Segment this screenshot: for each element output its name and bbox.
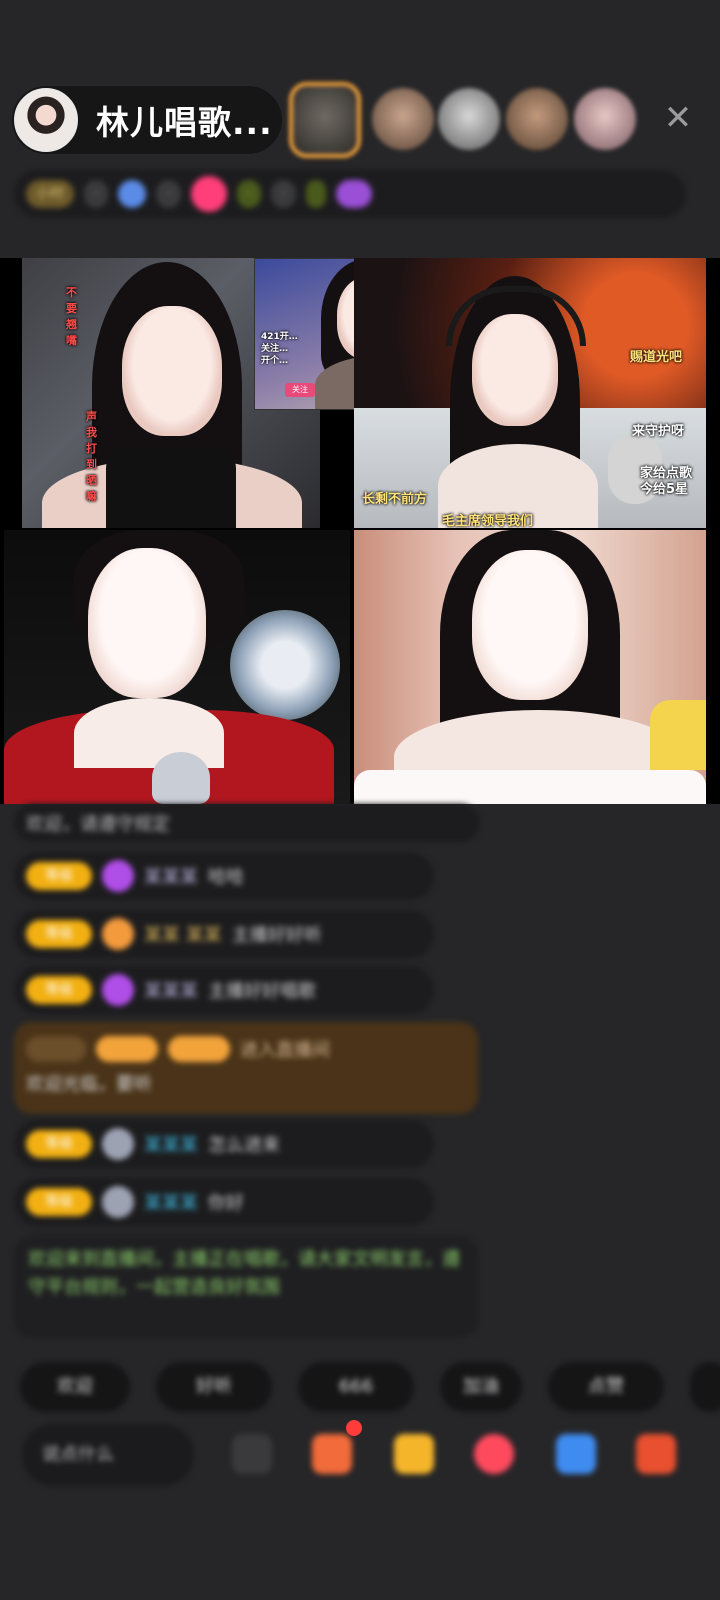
top-viewer-avatar-2[interactable] — [372, 88, 434, 150]
activity-chip[interactable]: · — [236, 180, 262, 208]
top-viewer-avatar-1[interactable] — [289, 82, 361, 158]
chat-message[interactable]: 等级 某某某 怎么进来 — [14, 1120, 434, 1168]
chat-username[interactable]: 某某某 — [144, 977, 198, 1003]
quick-reply-pill[interactable]: 欢迎 — [20, 1362, 130, 1412]
tile-caption: 毛主席领导我们 — [442, 514, 534, 528]
chat-username[interactable]: 某某某 — [144, 1189, 198, 1215]
gift-box-icon[interactable] — [312, 1434, 352, 1474]
avatar-icon — [102, 1128, 134, 1160]
game-icon[interactable] — [556, 1434, 596, 1474]
chat-text: 你好 — [208, 1193, 244, 1214]
level-badge: 等级 — [26, 1188, 92, 1216]
tile-caption: 长剩不前方 — [362, 492, 428, 507]
host-avatar[interactable] — [14, 88, 78, 152]
guest-face — [122, 306, 222, 436]
quick-reply-pill[interactable]: 加油 — [440, 1362, 522, 1412]
level-badge: 等级 — [26, 862, 92, 890]
diamond-icon — [102, 974, 134, 1006]
chat-username[interactable]: 某某某 — [144, 863, 198, 889]
close-icon[interactable]: ✕ — [660, 100, 696, 136]
chat-text: 怎么进来 — [208, 1135, 280, 1156]
chat-text: 进入直播间 — [240, 1040, 330, 1061]
quick-reply-pill[interactable] — [690, 1362, 720, 1412]
video-tile-guest-4[interactable] — [4, 530, 350, 804]
chat-username[interactable]: 某某 某某 — [144, 921, 222, 947]
medal-badge — [26, 1036, 86, 1062]
gift-icon[interactable] — [394, 1434, 434, 1474]
chat-username[interactable]: 某某某 — [144, 1131, 198, 1157]
top-viewer-avatar-5[interactable] — [574, 88, 636, 150]
chat-text: 主播好好听 — [231, 925, 322, 946]
activity-chip-2[interactable] — [305, 180, 326, 208]
video-tile-guest-3[interactable]: 赐道光吧 来守护呀 家给点歌 今给5星 长剩不前方 毛主席领导我们 — [354, 258, 706, 528]
quick-reply-pill[interactable]: 点赞 — [548, 1362, 664, 1412]
guest-dress — [354, 770, 706, 804]
more-icon[interactable] — [636, 1434, 676, 1474]
guest-top — [106, 448, 236, 528]
fan-club-icon — [102, 918, 134, 950]
host-name: 林儿唱歌... — [96, 103, 273, 142]
chat-highlight-message[interactable]: 进入直播间 欢迎光临，要听 — [14, 1022, 478, 1114]
top-viewer-avatar-4[interactable] — [506, 88, 568, 150]
diamond-icon — [102, 860, 134, 892]
pk-icon[interactable] — [190, 176, 227, 212]
guest-neck — [74, 698, 224, 768]
tile-caption-2: 声我打到晒嘛 — [86, 410, 97, 503]
vip-icon[interactable] — [335, 180, 372, 208]
info-chip: · — [156, 180, 181, 208]
rank-chip[interactable]: 小时 — [26, 180, 74, 208]
host-profile-pill[interactable]: 林儿唱歌... — [12, 86, 282, 154]
chat-message[interactable]: 等级 某某某 主播好好唱歌 — [14, 966, 434, 1014]
guest-face — [472, 550, 588, 700]
quick-reply-bar[interactable]: 欢迎 好听 666 加油 点赞 — [20, 1362, 720, 1412]
guest-face — [88, 548, 206, 698]
level-badge — [96, 1036, 158, 1062]
quick-reply-pill[interactable]: 好听 — [156, 1362, 272, 1412]
chat-message[interactable]: 等级 某某 某某 主播好好听 — [14, 910, 434, 958]
microphone-icon — [152, 752, 210, 804]
chat-text: 哈哈 — [208, 867, 244, 888]
tile-caption: 不要翘嘴 — [66, 286, 77, 347]
headphones-icon — [446, 286, 586, 346]
tile-caption: 421开… 关注… 开个… — [261, 332, 298, 366]
chat-system-message: 欢迎，请遵守规定 — [14, 804, 480, 842]
chat-message[interactable]: 等级 某某某 哈哈 — [14, 852, 434, 900]
tile-caption: 家给点歌 今给5星 — [640, 466, 693, 497]
video-tile-guest-5[interactable] — [354, 530, 706, 804]
flower-decoration — [230, 610, 340, 720]
heart-icon[interactable] — [474, 1434, 514, 1474]
tile-caption: 赐道光吧 — [630, 350, 683, 365]
chat-text: 欢迎光临，要听 — [26, 1074, 152, 1095]
info-chip: · — [84, 180, 109, 208]
tile-caption: 来守护呀 — [632, 424, 685, 439]
info-chip: · — [271, 180, 296, 208]
chat-system-text: 欢迎，请遵守规定 — [26, 814, 170, 835]
multi-guest-video-grid[interactable]: 不要翘嘴 声我打到晒嘛 421开… 关注… 开个… 关注 赐道光吧 来守护呀 家… — [0, 258, 720, 804]
chat-text: 主播好好唱歌 — [208, 981, 316, 1002]
chair-decoration — [650, 700, 706, 770]
chat-message[interactable]: 等级 某某某 你好 — [14, 1178, 434, 1226]
top-viewer-avatar-3[interactable] — [438, 88, 500, 150]
level-badge: 等级 — [26, 920, 92, 948]
level-badge — [168, 1036, 230, 1062]
level-badge: 等级 — [26, 1130, 92, 1158]
grid-icon[interactable] — [232, 1434, 272, 1474]
notification-dot — [346, 1420, 362, 1436]
quick-reply-pill[interactable]: 666 — [298, 1362, 414, 1412]
room-info-bar[interactable]: 小时 · · · · — [14, 170, 686, 218]
fan-badge-icon[interactable] — [118, 180, 147, 208]
avatar-icon — [102, 1186, 134, 1218]
chat-input[interactable]: 说点什么 — [22, 1424, 194, 1486]
chat-welcome-notice: 欢迎来到直播间，主播正在唱歌，请大家文明发言，遵守平台规则，一起营造良好氛围 — [14, 1236, 478, 1338]
level-badge: 等级 — [26, 976, 92, 1004]
follow-button[interactable]: 关注 — [285, 383, 315, 397]
